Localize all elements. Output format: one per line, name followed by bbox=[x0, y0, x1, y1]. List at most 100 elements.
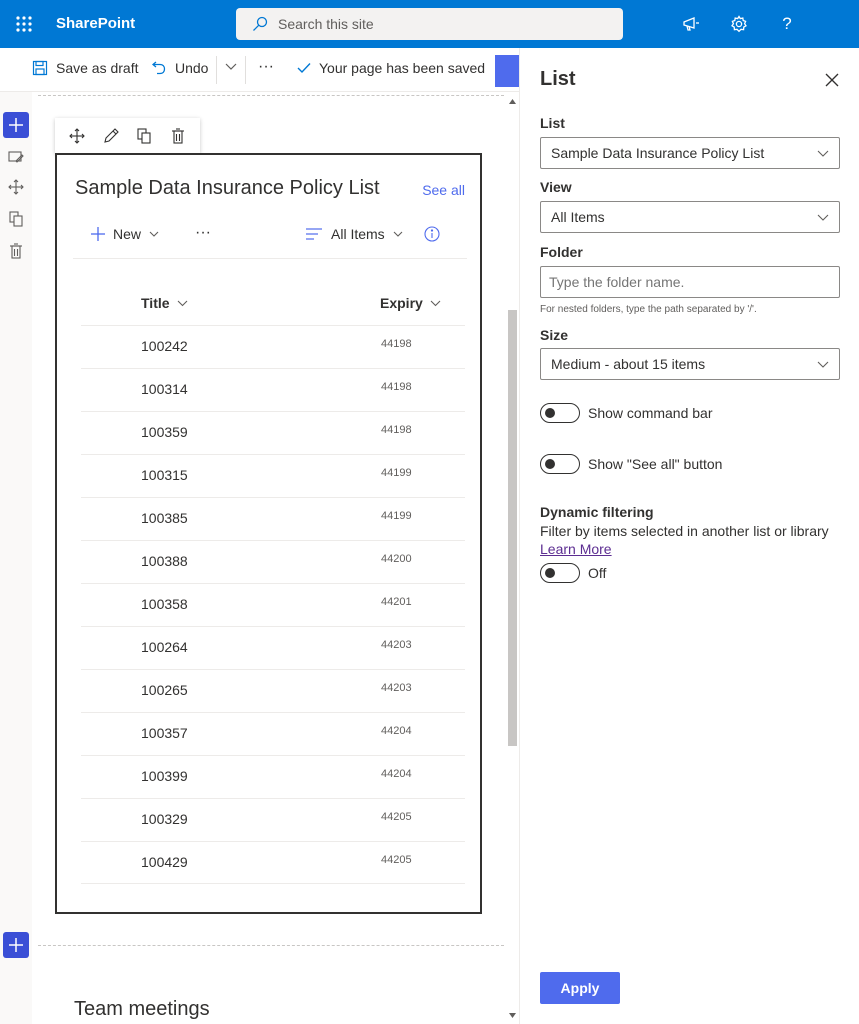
table-row[interactable]: 100329 44205 bbox=[81, 798, 465, 841]
info-icon[interactable] bbox=[424, 226, 440, 242]
row-title[interactable]: 100388 bbox=[141, 553, 188, 569]
show-see-all-toggle[interactable]: Show "See all" button bbox=[540, 454, 722, 474]
list-dropdown[interactable]: Sample Data Insurance Policy List bbox=[540, 137, 840, 169]
table-row[interactable]: 100242 44198 bbox=[81, 325, 465, 368]
list-webpart[interactable]: Sample Data Insurance Policy List See al… bbox=[55, 153, 482, 914]
apply-button[interactable]: Apply bbox=[540, 972, 620, 1004]
section-boundary bbox=[38, 95, 504, 96]
checkmark-icon bbox=[297, 62, 311, 74]
row-title[interactable]: 100329 bbox=[141, 811, 188, 827]
more-options-button[interactable]: ··· bbox=[258, 58, 274, 76]
chevron-down-icon bbox=[817, 361, 829, 368]
save-as-draft-label: Save as draft bbox=[56, 60, 139, 76]
scroll-thumb[interactable] bbox=[508, 310, 517, 746]
table-row[interactable]: 100358 44201 bbox=[81, 583, 465, 626]
row-expiry: 44204 bbox=[381, 768, 412, 780]
list-more-button[interactable]: ··· bbox=[195, 224, 211, 242]
view-switcher[interactable]: All Items bbox=[306, 226, 403, 242]
section-toolbar bbox=[0, 92, 32, 1024]
table-row[interactable]: 100265 44203 bbox=[81, 669, 465, 712]
divider bbox=[245, 56, 246, 84]
row-expiry: 44198 bbox=[381, 338, 412, 350]
row-title[interactable]: 100358 bbox=[141, 596, 188, 612]
column-header-expiry[interactable]: Expiry bbox=[380, 295, 441, 311]
duplicate-webpart-icon[interactable] bbox=[128, 122, 162, 150]
toggle-switch[interactable] bbox=[540, 454, 580, 474]
list-lines-icon bbox=[306, 228, 322, 240]
section-title: Team meetings bbox=[74, 998, 210, 1020]
scroll-up-arrow-icon[interactable] bbox=[508, 96, 517, 106]
new-item-button[interactable]: New bbox=[91, 226, 159, 242]
size-dropdown[interactable]: Medium - about 15 items bbox=[540, 348, 840, 380]
section-boundary bbox=[38, 945, 504, 946]
row-expiry: 44204 bbox=[381, 725, 412, 737]
webpart-toolbar bbox=[55, 118, 200, 154]
undo-button[interactable]: Undo bbox=[151, 60, 208, 76]
undo-menu-chevron-icon[interactable] bbox=[225, 63, 237, 71]
show-command-bar-label: Show command bar bbox=[588, 405, 713, 421]
save-as-draft-button[interactable]: Save as draft bbox=[32, 60, 139, 76]
row-title[interactable]: 100359 bbox=[141, 424, 188, 440]
show-command-bar-toggle[interactable]: Show command bar bbox=[540, 403, 713, 423]
webpart-title: Sample Data Insurance Policy List bbox=[75, 177, 380, 199]
row-title[interactable]: 100264 bbox=[141, 639, 188, 655]
settings-gear-icon[interactable] bbox=[727, 12, 751, 36]
table-row[interactable]: 100429 44205 bbox=[81, 841, 465, 884]
table-row[interactable]: 100315 44199 bbox=[81, 454, 465, 497]
list-rows: 100242 44198 100314 44198 100359 44198 100315 4… bbox=[81, 325, 465, 884]
row-title[interactable]: 100357 bbox=[141, 725, 188, 741]
duplicate-section-icon[interactable] bbox=[7, 210, 25, 228]
row-title[interactable]: 100315 bbox=[141, 467, 188, 483]
table-row[interactable]: 100314 44198 bbox=[81, 368, 465, 411]
toggle-switch[interactable] bbox=[540, 563, 580, 583]
row-title[interactable]: 100429 bbox=[141, 854, 188, 870]
edit-webpart-icon[interactable] bbox=[94, 122, 128, 150]
scroll-down-arrow-icon[interactable] bbox=[508, 1010, 517, 1020]
table-row[interactable]: 100388 44200 bbox=[81, 540, 465, 583]
help-icon[interactable]: ? bbox=[775, 12, 799, 36]
row-expiry: 44199 bbox=[381, 510, 412, 522]
more-options-label: ··· bbox=[258, 58, 274, 75]
plus-icon bbox=[91, 227, 105, 241]
suite-bar: SharePoint Search this site ? bbox=[0, 0, 859, 48]
dynamic-filtering-label: Dynamic filtering bbox=[540, 504, 654, 520]
app-name[interactable]: SharePoint bbox=[56, 15, 135, 32]
learn-more-link[interactable]: Learn More bbox=[540, 541, 612, 557]
table-row[interactable]: 100385 44199 bbox=[81, 497, 465, 540]
add-section-button[interactable] bbox=[3, 112, 29, 138]
row-expiry: 44198 bbox=[381, 424, 412, 436]
canvas-scrollbar[interactable] bbox=[505, 92, 519, 1024]
edit-section-icon[interactable] bbox=[7, 148, 25, 166]
chevron-down-icon bbox=[393, 231, 403, 237]
search-box[interactable]: Search this site bbox=[236, 8, 623, 40]
toggle-switch[interactable] bbox=[540, 403, 580, 423]
table-row[interactable]: 100264 44203 bbox=[81, 626, 465, 669]
row-title[interactable]: 100385 bbox=[141, 510, 188, 526]
folder-input[interactable] bbox=[540, 266, 840, 298]
row-title[interactable]: 100399 bbox=[141, 768, 188, 784]
publish-button[interactable] bbox=[495, 55, 519, 87]
move-webpart-icon[interactable] bbox=[60, 122, 94, 150]
dynamic-filtering-toggle[interactable]: Off bbox=[540, 563, 606, 583]
column-header-title[interactable]: Title bbox=[141, 295, 188, 311]
list-field-label: List bbox=[540, 115, 565, 131]
delete-section-icon[interactable] bbox=[7, 242, 25, 260]
app-launcher-icon[interactable] bbox=[10, 10, 38, 38]
see-all-link[interactable]: See all bbox=[422, 182, 465, 198]
delete-webpart-icon[interactable] bbox=[161, 122, 195, 150]
row-expiry: 44198 bbox=[381, 381, 412, 393]
plus-icon bbox=[9, 118, 23, 132]
table-row[interactable]: 100399 44204 bbox=[81, 755, 465, 798]
row-title[interactable]: 100265 bbox=[141, 682, 188, 698]
property-pane: List List Sample Data Insurance Policy L… bbox=[519, 48, 859, 1024]
row-title[interactable]: 100314 bbox=[141, 381, 188, 397]
close-icon[interactable] bbox=[822, 70, 842, 90]
move-section-icon[interactable] bbox=[7, 178, 25, 196]
row-title[interactable]: 100242 bbox=[141, 338, 188, 354]
table-row[interactable]: 100359 44198 bbox=[81, 411, 465, 454]
megaphone-icon[interactable] bbox=[679, 12, 703, 36]
chevron-down-icon bbox=[430, 300, 441, 307]
view-dropdown[interactable]: All Items bbox=[540, 201, 840, 233]
table-row[interactable]: 100357 44204 bbox=[81, 712, 465, 755]
add-section-button[interactable] bbox=[3, 932, 29, 958]
